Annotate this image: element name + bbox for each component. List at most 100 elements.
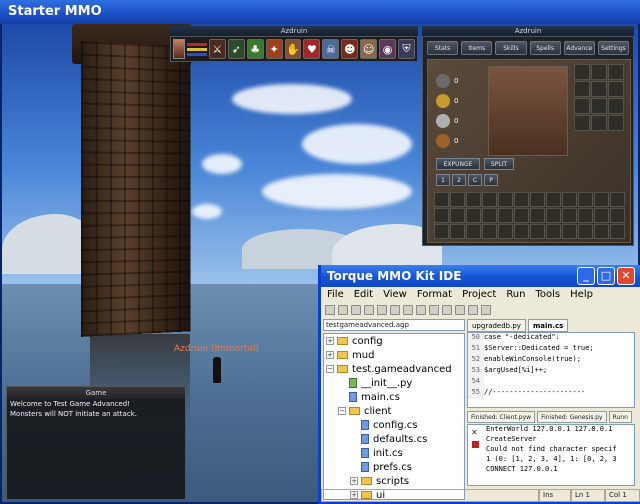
equip-slot[interactable] (591, 115, 607, 131)
inventory-slot[interactable] (466, 192, 481, 207)
player-character[interactable] (213, 357, 221, 383)
inventory-slot[interactable] (514, 224, 529, 239)
tree-item[interactable]: + mud (324, 348, 464, 362)
inventory-slot[interactable] (594, 192, 609, 207)
equip-slot[interactable] (608, 98, 624, 114)
inventory-slot[interactable] (466, 208, 481, 223)
inventory-slot[interactable] (546, 208, 561, 223)
split-2-button[interactable]: 2 (452, 174, 466, 186)
face-icon[interactable]: ☺ (360, 39, 378, 59)
expand-toggle[interactable]: + (350, 477, 358, 485)
inventory-slot[interactable] (578, 192, 593, 207)
equip-slot[interactable] (574, 115, 590, 131)
save-all-icon[interactable] (364, 305, 374, 315)
expand-toggle[interactable]: − (338, 407, 346, 415)
inventory-slot[interactable] (482, 208, 497, 223)
redo-icon[interactable] (442, 305, 452, 315)
inventory-slot[interactable] (546, 224, 561, 239)
code-editor[interactable]: 50 case "-dedicated": 51 $Server::Dedica… (467, 332, 635, 408)
tree-item[interactable]: prefs.cs (324, 460, 464, 474)
save-icon[interactable] (351, 305, 361, 315)
inventory-slot[interactable] (450, 208, 465, 223)
tree-item[interactable]: defaults.cs (324, 432, 464, 446)
menu-file[interactable]: File (327, 289, 344, 301)
inventory-slot[interactable] (530, 192, 545, 207)
inventory-slot[interactable] (434, 224, 449, 239)
tab-genesis-output[interactable]: Finished: Genesis.py (537, 411, 607, 423)
mask-icon[interactable]: ☻ (341, 39, 359, 59)
paste-icon[interactable] (416, 305, 426, 315)
tab-advance[interactable]: Advance (563, 41, 595, 55)
close-button[interactable]: ✕ (617, 267, 635, 285)
tab-upgradedb[interactable]: upgradedb.py (467, 319, 526, 332)
split-c-button[interactable]: C (468, 174, 482, 186)
tab-items[interactable]: Items (461, 41, 493, 55)
inventory-slot[interactable] (610, 224, 625, 239)
equip-slot[interactable] (608, 81, 624, 97)
tab-running-output[interactable]: Runn (608, 411, 632, 423)
cut-icon[interactable] (390, 305, 400, 315)
menu-project[interactable]: Project (462, 289, 496, 301)
sword-icon[interactable]: ⚔ (208, 39, 226, 59)
expand-toggle[interactable]: + (326, 337, 334, 345)
menu-view[interactable]: View (383, 289, 407, 301)
zoom-out-icon[interactable] (481, 305, 491, 315)
tree-item[interactable]: __init__.py (324, 376, 464, 390)
inventory-slot[interactable] (482, 192, 497, 207)
tree-item[interactable]: − client (324, 404, 464, 418)
inventory-slot[interactable] (482, 224, 497, 239)
inventory-slot[interactable] (498, 192, 513, 207)
inventory-slot[interactable] (594, 208, 609, 223)
equip-slot[interactable] (574, 64, 590, 80)
inventory-slot[interactable] (498, 208, 513, 223)
shield-icon[interactable]: ⛨ (398, 39, 415, 59)
undo-icon[interactable] (429, 305, 439, 315)
inventory-slot[interactable] (578, 208, 593, 223)
menu-help[interactable]: Help (570, 289, 593, 301)
equip-slot[interactable] (591, 98, 607, 114)
inventory-slot[interactable] (546, 192, 561, 207)
inventory-slot[interactable] (530, 208, 545, 223)
tree-item[interactable]: main.cs (324, 390, 464, 404)
find-icon[interactable] (455, 305, 465, 315)
heart-icon[interactable]: ♥ (303, 39, 321, 59)
player-portrait[interactable] (173, 39, 185, 59)
copy-icon[interactable] (403, 305, 413, 315)
inventory-slot[interactable] (530, 224, 545, 239)
inventory-slot[interactable] (610, 208, 625, 223)
equip-slot[interactable] (608, 64, 624, 80)
fire-icon[interactable]: ✦ (265, 39, 283, 59)
bow-icon[interactable]: ➶ (227, 39, 245, 59)
tab-stats[interactable]: Stats (427, 41, 459, 55)
inventory-slot[interactable] (450, 192, 465, 207)
close-output-icon[interactable]: ✕ (471, 428, 480, 437)
inventory-slot[interactable] (562, 208, 577, 223)
open-icon[interactable] (338, 305, 348, 315)
tab-spells[interactable]: Spells (529, 41, 561, 55)
menu-format[interactable]: Format (417, 289, 452, 301)
expand-toggle[interactable]: − (326, 365, 334, 373)
split-p-button[interactable]: P (484, 174, 498, 186)
eye-icon[interactable]: ◉ (379, 39, 397, 59)
equip-slot[interactable] (591, 64, 607, 80)
tab-settings[interactable]: Settings (597, 41, 630, 55)
inventory-slot[interactable] (562, 192, 577, 207)
tab-client-output[interactable]: Finished: Client.pyw (467, 411, 536, 423)
equip-slot[interactable] (591, 81, 607, 97)
inventory-slot[interactable] (498, 224, 513, 239)
print-icon[interactable] (377, 305, 387, 315)
inventory-slot[interactable] (450, 224, 465, 239)
inventory-slot[interactable] (514, 192, 529, 207)
hand-icon[interactable]: ✋ (284, 39, 302, 59)
maximize-button[interactable]: □ (597, 267, 615, 285)
tree-item[interactable]: init.cs (324, 446, 464, 460)
inventory-slot[interactable] (610, 192, 625, 207)
split-1-button[interactable]: 1 (436, 174, 450, 186)
expand-toggle[interactable]: + (326, 351, 334, 359)
menu-edit[interactable]: Edit (354, 289, 373, 301)
skull-icon[interactable]: ☠ (322, 39, 340, 59)
stop-icon[interactable] (472, 441, 479, 448)
tree-item[interactable]: config.cs (324, 418, 464, 432)
tree-item[interactable]: + config (324, 334, 464, 348)
inventory-slot[interactable] (434, 192, 449, 207)
